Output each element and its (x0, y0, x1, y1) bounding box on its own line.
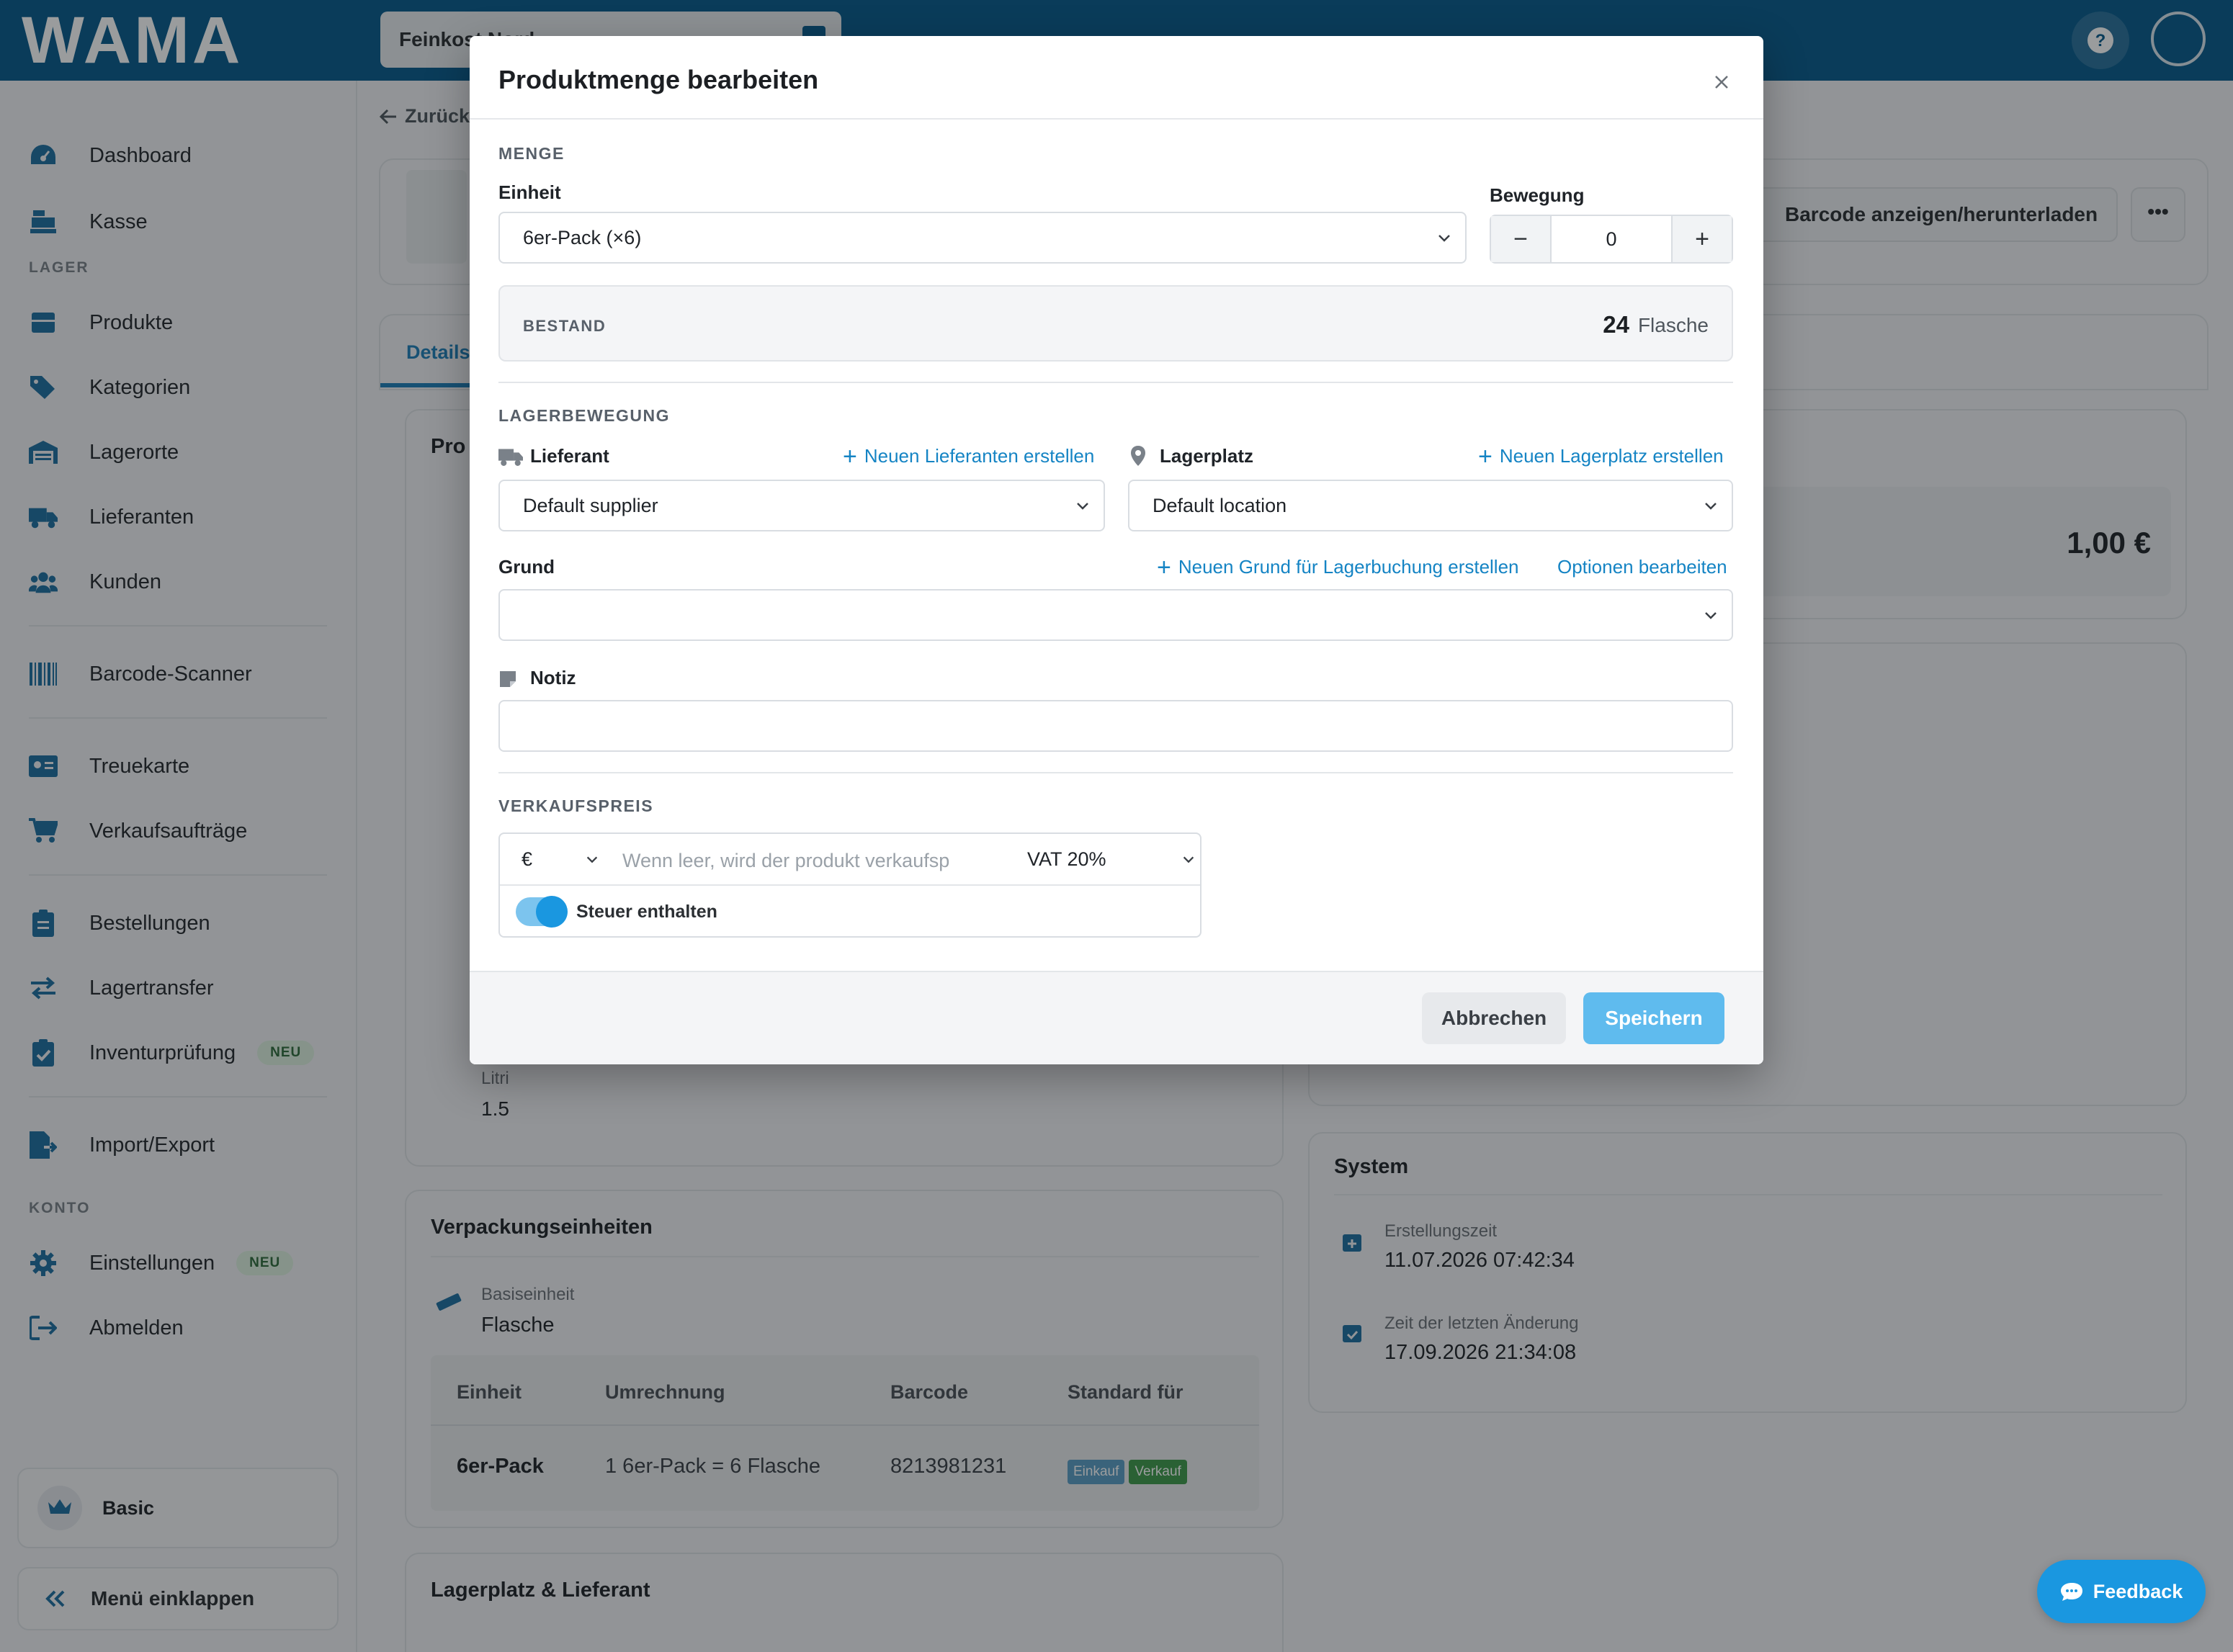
bestand-unit: Flasche (1637, 314, 1709, 336)
toggle-knob (536, 896, 568, 928)
close-icon[interactable] (1709, 69, 1735, 95)
save-button[interactable]: Speichern (1583, 992, 1724, 1044)
new-location-link[interactable]: + Neuen Lagerplatz erstellen (1478, 442, 1724, 470)
einheit-label: Einheit (498, 181, 561, 203)
sale-price-group: € Wenn leer, wird der produkt verkaufsp … (498, 832, 1201, 938)
divider (470, 118, 1763, 120)
grund-label: Grund (498, 556, 555, 578)
plus-icon: + (1157, 553, 1171, 581)
reason-select[interactable] (498, 589, 1733, 641)
tax-included-label: Steuer enthalten (576, 902, 717, 922)
chevron-down-icon (1705, 612, 1717, 619)
chevron-down-icon (1705, 503, 1717, 510)
price-input-row: € Wenn leer, wird der produkt verkaufsp … (500, 834, 1200, 886)
lagerplatz-label: Lagerplatz (1160, 445, 1254, 467)
tax-included-toggle[interactable] (516, 896, 568, 928)
divider (498, 772, 1733, 773)
new-reason-link[interactable]: + Neuen Grund für Lagerbuchung erstellen (1157, 553, 1519, 581)
bewegung-stepper: − 0 + (1490, 215, 1733, 264)
section-menge: MENGE (498, 144, 565, 163)
map-pin-icon (1131, 446, 1145, 466)
cancel-button[interactable]: Abbrechen (1422, 992, 1566, 1044)
stock-summary: BESTAND 24 Flasche (498, 285, 1733, 362)
section-lagerbewegung: LAGERBEWEGUNG (498, 406, 670, 425)
chevron-down-icon[interactable] (585, 853, 599, 867)
edit-options-link[interactable]: Optionen bearbeiten (1557, 556, 1727, 578)
plus-icon: + (1478, 442, 1493, 470)
decrement-button[interactable]: − (1491, 216, 1550, 262)
feedback-button[interactable]: Feedback (2037, 1560, 2206, 1623)
modal-footer: Abbrechen Speichern (470, 971, 1763, 1064)
location-select[interactable]: Default location (1128, 480, 1733, 531)
bestand-label: BESTAND (523, 317, 607, 335)
vat-select[interactable]: VAT 20% (1027, 848, 1106, 871)
edit-quantity-modal: Produktmenge bearbeiten MENGE Einheit 6e… (470, 36, 1763, 1064)
bestand-value: 24 (1603, 311, 1629, 338)
divider (498, 382, 1733, 383)
chevron-down-icon[interactable] (1181, 853, 1196, 867)
sticky-note-icon (500, 671, 516, 687)
einheit-select[interactable]: 6er-Pack (×6) (498, 212, 1467, 264)
bewegung-input[interactable]: 0 (1550, 216, 1673, 262)
section-verkaufspreis: VERKAUFSPREIS (498, 796, 654, 815)
lieferant-label: Lieferant (530, 445, 609, 467)
currency-select[interactable]: € (522, 848, 532, 871)
notiz-label: Notiz (530, 667, 576, 688)
chevron-down-icon (1438, 235, 1450, 242)
modal-title: Produktmenge bearbeiten (498, 65, 819, 94)
plus-icon: + (843, 442, 857, 470)
chat-bubble-icon (2060, 1581, 2083, 1602)
bewegung-label: Bewegung (1490, 184, 1585, 206)
new-supplier-link[interactable]: + Neuen Lieferanten erstellen (843, 442, 1094, 470)
note-input[interactable] (498, 700, 1733, 752)
truck-icon (498, 449, 523, 466)
chevron-down-icon (1077, 503, 1088, 510)
supplier-select[interactable]: Default supplier (498, 480, 1105, 531)
sale-price-input[interactable]: Wenn leer, wird der produkt verkaufsp (622, 850, 997, 872)
increment-button[interactable]: + (1673, 216, 1732, 262)
